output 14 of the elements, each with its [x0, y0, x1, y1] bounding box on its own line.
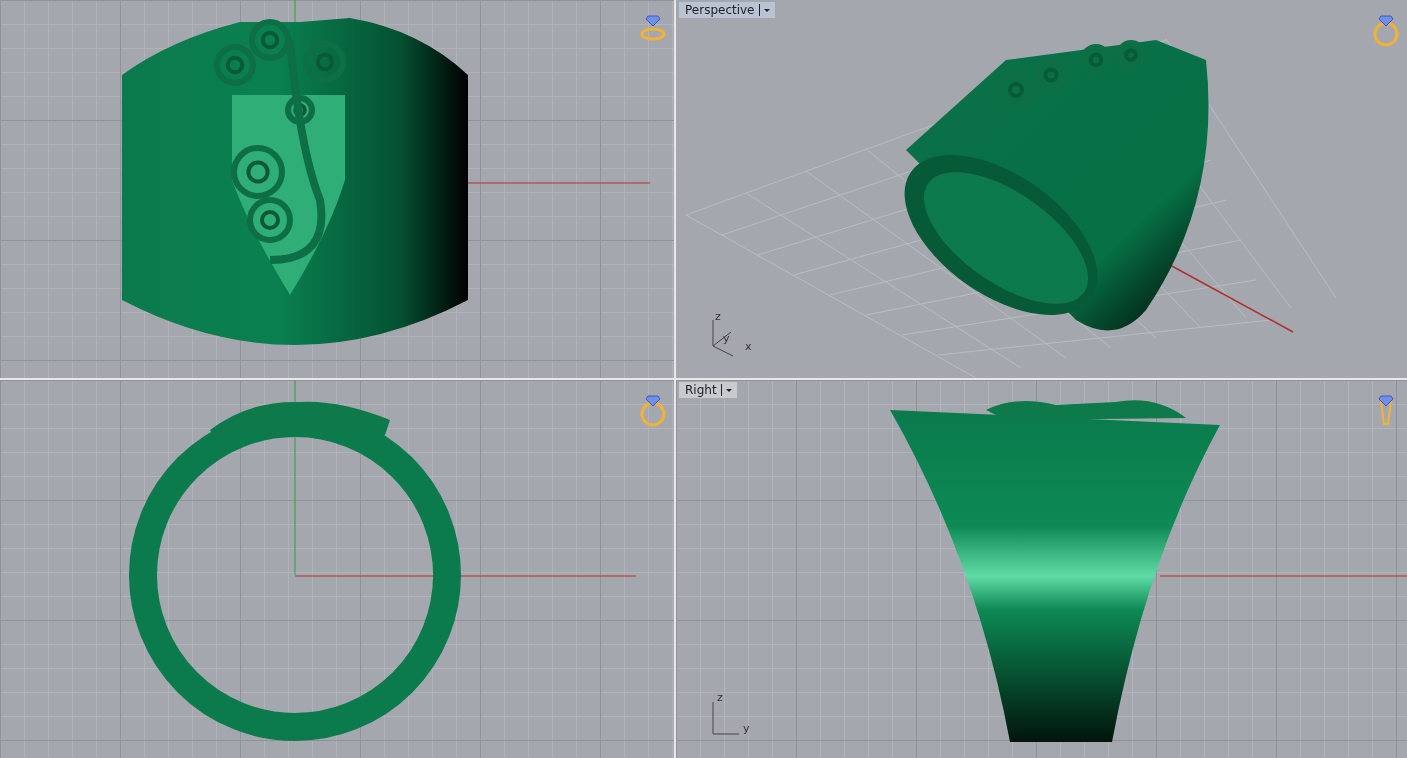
caret-icon	[758, 4, 772, 16]
axis-gizmo-icon	[712, 319, 734, 357]
caret-icon	[720, 384, 734, 396]
axis-label: z	[717, 691, 723, 704]
view-tab[interactable]: Right	[679, 382, 737, 398]
viewport[interactable]	[0, 0, 674, 378]
axis-gizmo-icon	[712, 701, 740, 735]
axis-label: y	[723, 332, 730, 345]
view-tab[interactable]: Perspective	[679, 2, 775, 18]
axis-label: z	[715, 310, 721, 323]
viewport[interactable]: Perspective z y x	[676, 0, 1407, 378]
axis-label: x	[745, 340, 752, 353]
viewport[interactable]: Right z y	[676, 380, 1407, 758]
axis-label: y	[743, 722, 750, 735]
